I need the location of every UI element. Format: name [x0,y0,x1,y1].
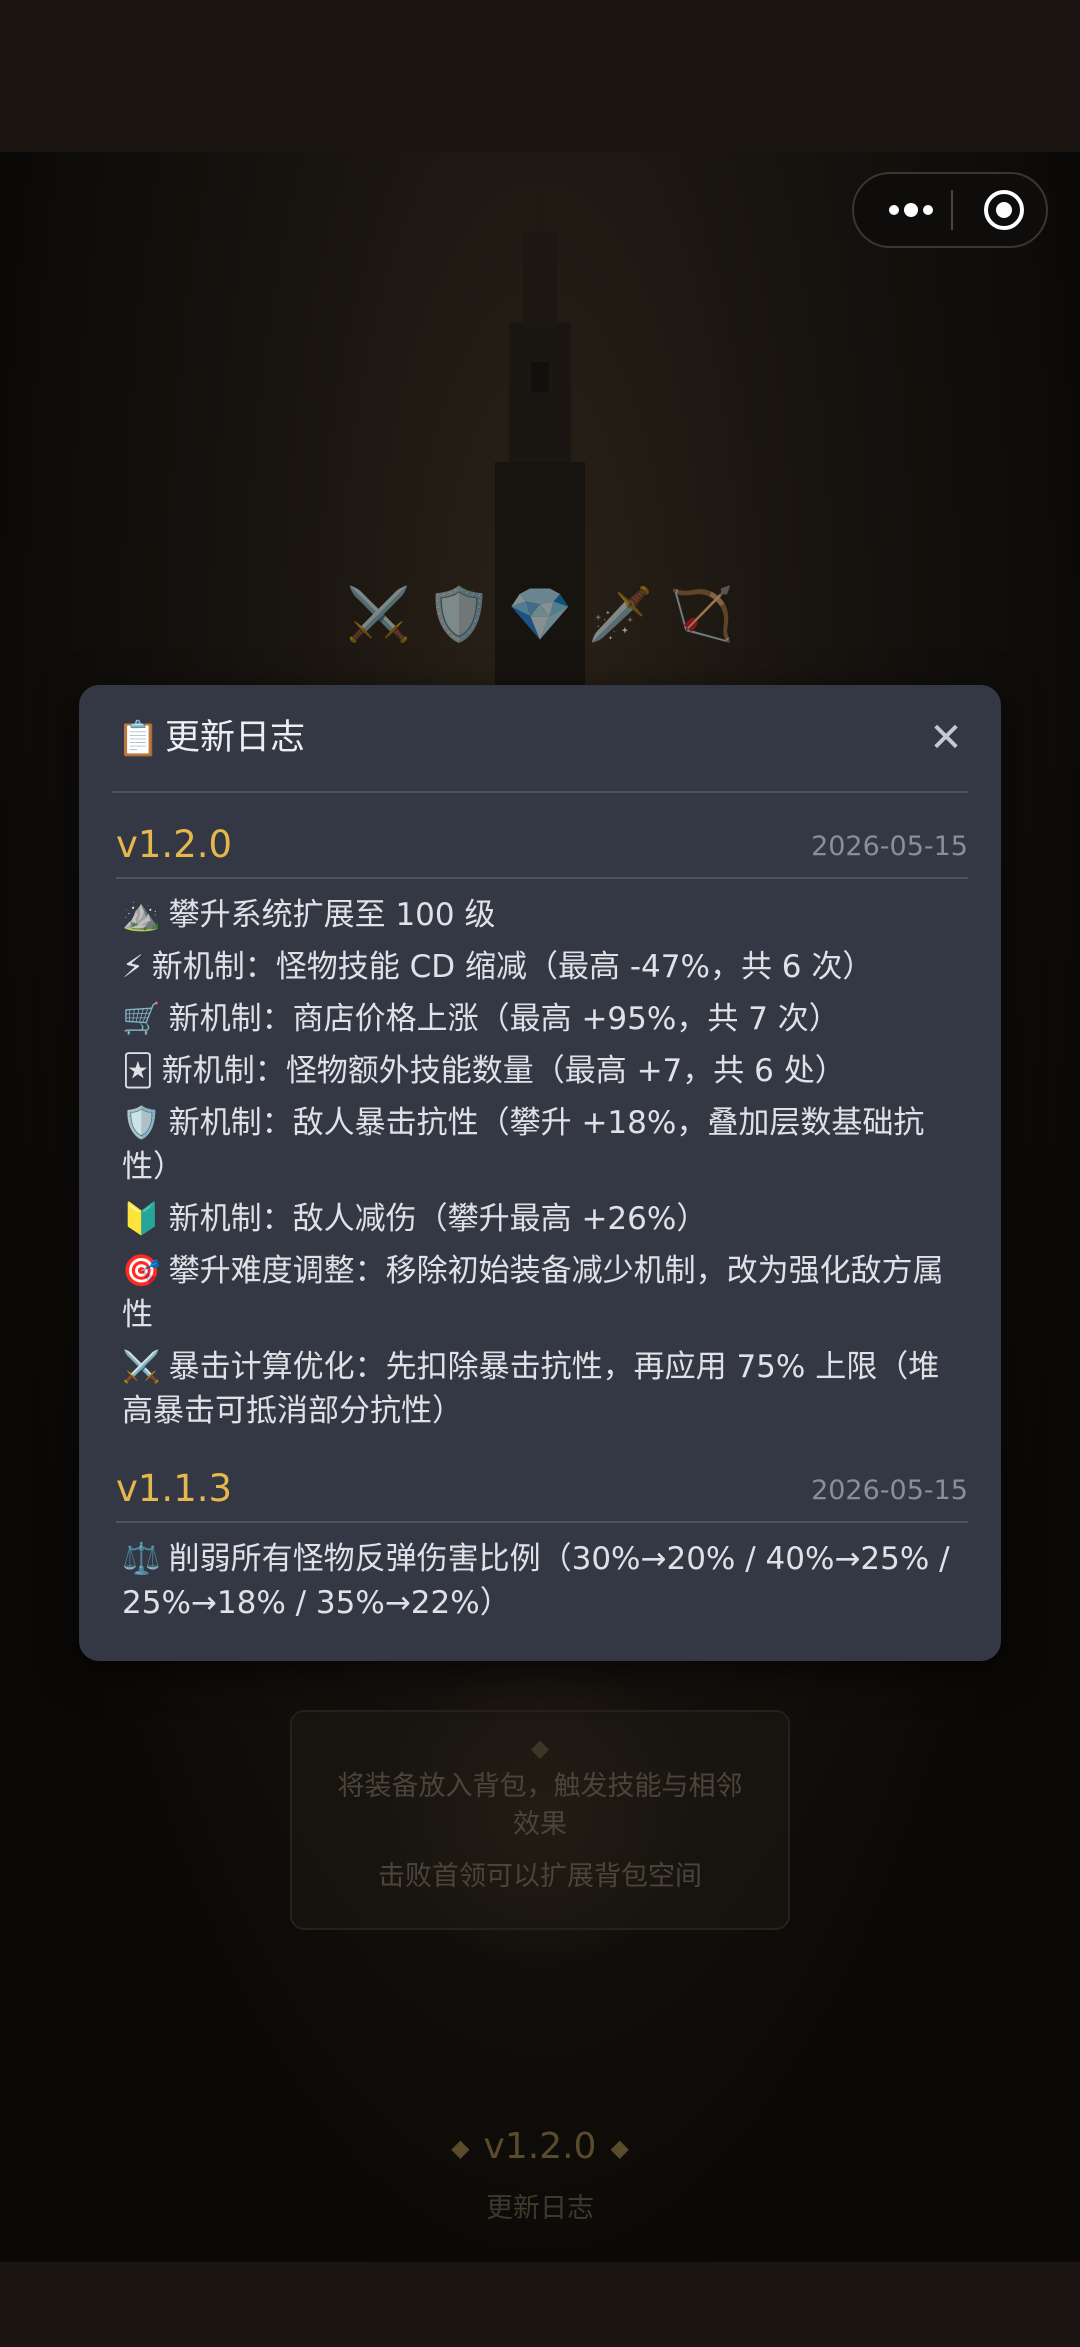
changelog-scroll[interactable]: v1.2.0 2026-05-15 ⛰️ 攀升系统扩展至 100 级 ⚡ 新机制：怪… [116,803,968,1648]
status-bar [0,0,1080,152]
bottom-bar [0,2262,1080,2347]
scales-icon: ⚖️ [122,1541,161,1577]
crossed-swords-icon: ⚔️ [122,1349,161,1385]
release-date: 2026-05-15 [811,831,968,862]
list-item: ⚡ 新机制：怪物技能 CD 缩减（最高 -47%，共 6 次） [116,941,968,993]
clipboard-icon: 📋 [117,719,160,759]
list-item: 🛒 新机制：商店价格上涨（最高 +95%，共 7 次） [116,993,968,1045]
release-items: ⛰️ 攀升系统扩展至 100 级 ⚡ 新机制：怪物技能 CD 缩减（最高 -47%，… [116,889,968,1437]
diamond-right-icon: ◆ [610,2134,629,2162]
hero-icon-row: ⚔️ 🛡️ 💎 🗡️ 🏹 [340,580,740,650]
changelog-link[interactable]: 更新日志 [0,2186,1080,2225]
list-item: 🛡️ 新机制：敌人暴击抗性（攀升 +18%，叠加层数基础抗性） [116,1097,968,1193]
item-text: 削弱所有怪物反弹伤害比例（30%→20% / 40%→25% / 25%→18%… [122,1541,950,1621]
list-item: ⚔️ 暴击计算优化：先扣除暴击抗性，再应用 75% 上限（堆高暴击可抵消部分抗性） [116,1341,968,1437]
list-item: ⚖️ 削弱所有怪物反弹伤害比例（30%→20% / 40%→25% / 25%→1… [116,1533,968,1629]
bow-icon: 🏹 [669,585,734,645]
list-item: ⛰️ 攀升系统扩展至 100 级 [116,889,968,941]
release-v1-2-0: v1.2.0 2026-05-15 ⛰️ 攀升系统扩展至 100 级 ⚡ 新机制：怪… [116,811,968,1437]
beginner-badge-icon: 🔰 [122,1201,161,1237]
release-header: v1.1.3 2026-05-15 [116,1455,968,1523]
modal-title: 更新日志 [165,718,306,758]
target-circle-icon[interactable] [969,174,1039,246]
cart-icon: 🛒 [122,1001,161,1037]
target-icon: 🎯 [122,1253,161,1289]
lightning-icon: ⚡ [122,949,144,985]
changelog-modal: 📋 更新日志 ✕ v1.2.0 2026-05-15 ⛰️ 攀升系统扩展至 100… [79,685,1001,1661]
release-version: v1.2.0 [116,823,233,866]
joker-card-icon: 🃏 [122,1053,154,1089]
footer-version-label: v1.2.0 [483,2126,597,2167]
item-text: 新机制：怪物技能 CD 缩减（最高 -47%，共 6 次） [151,949,874,985]
release-header: v1.2.0 2026-05-15 [116,811,968,879]
close-button[interactable]: ✕ [921,713,971,763]
release-date: 2026-05-15 [811,1475,968,1506]
hint-line-1: 将装备放入背包，触发技能与相邻效果 [337,1771,743,1840]
swords-icon: ⚔️ [346,585,411,645]
gem-icon: 💎 [507,585,573,645]
release-version: v1.1.3 [116,1467,233,1510]
mountain-icon: ⛰️ [122,897,161,933]
more-dots-icon[interactable] [876,174,946,246]
list-item: 🎯 攀升难度调整：移除初始装备减少机制，改为强化敌方属性 [116,1245,968,1341]
list-item: 🔰 新机制：敌人减伤（攀升最高 +26%） [116,1193,968,1245]
modal-header: 📋 更新日志 ✕ [79,685,1001,791]
miniprogram-capsule [852,172,1048,248]
shield-icon: 🛡️ [122,1105,161,1141]
diamond-left-icon: ◆ [451,2134,470,2162]
list-item: 🃏 新机制：怪物额外技能数量（最高 +7，共 6 处） [116,1045,968,1097]
item-text: 新机制：敌人减伤（攀升最高 +26%） [168,1201,708,1237]
item-text: 新机制：敌人暴击抗性（攀升 +18%，叠加层数基础抗性） [122,1105,925,1185]
capsule-divider [951,190,953,230]
item-text: 攀升难度调整：移除初始装备减少机制，改为强化敌方属性 [122,1253,944,1333]
item-text: 暴击计算优化：先扣除暴击抗性，再应用 75% 上限（堆高暴击可抵消部分抗性） [122,1349,940,1429]
release-v1-1-3: v1.1.3 2026-05-15 ⚖️ 削弱所有怪物反弹伤害比例（30%→20%… [116,1455,968,1629]
inventory-hint: ◆ 将装备放入背包，触发技能与相邻效果 击败首领可以扩展背包空间 [290,1710,790,1930]
footer-version: ◆ v1.2.0 ◆ [0,2126,1080,2167]
item-text: 攀升系统扩展至 100 级 [168,897,496,933]
shield-icon: 🛡️ [426,585,492,645]
dagger-icon: 🗡️ [588,585,654,645]
hint-line-2: 击败首领可以扩展背包空间 [378,1861,702,1892]
item-text: 新机制：商店价格上涨（最高 +95%，共 7 次） [168,1001,840,1037]
item-text: 新机制：怪物额外技能数量（最高 +7，共 6 处） [161,1053,846,1089]
release-items: ⚖️ 削弱所有怪物反弹伤害比例（30%→20% / 40%→25% / 25%→1… [116,1533,968,1629]
diamond-icon: ◆ [530,1734,550,1762]
header-divider [112,791,968,793]
